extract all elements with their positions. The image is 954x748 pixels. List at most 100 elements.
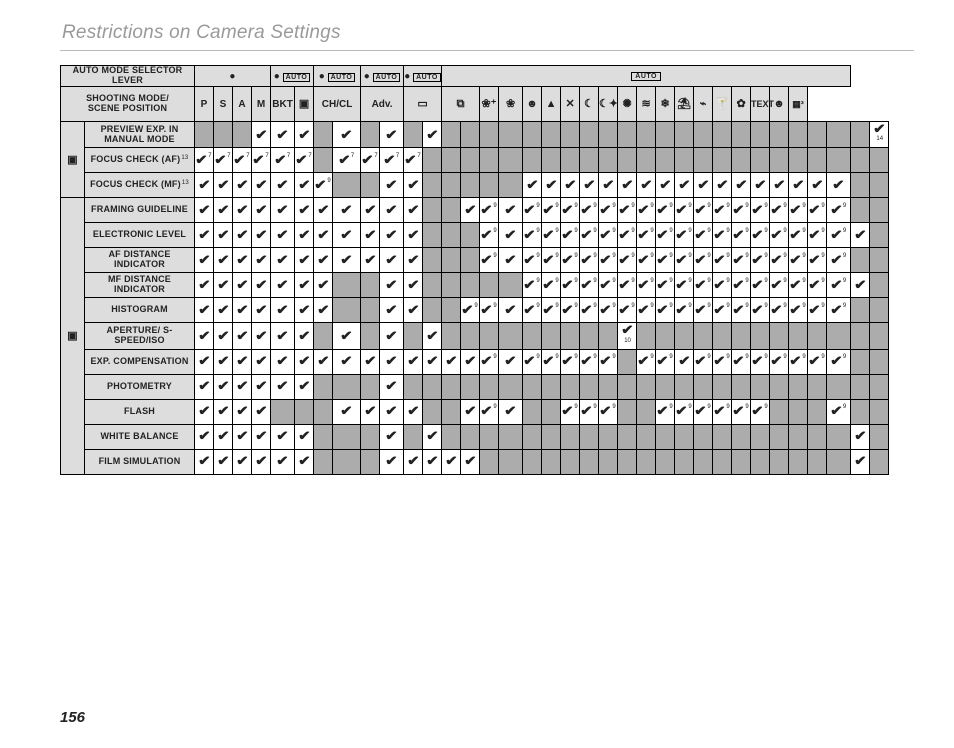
- cell-unavailable: [480, 273, 499, 298]
- cell-unavailable: [542, 424, 561, 449]
- cell-available: ✔: [233, 173, 252, 198]
- cell-unavailable: [361, 273, 380, 298]
- cell-available: ✔9: [713, 349, 732, 374]
- cell-unavailable: [442, 248, 461, 273]
- cell-unavailable: [542, 122, 561, 148]
- cell-available: ✔9: [580, 248, 599, 273]
- cell-available: ✔: [314, 248, 333, 273]
- col-header: ☻: [523, 87, 542, 122]
- cell-unavailable: [713, 374, 732, 399]
- cell-available: ✔: [195, 198, 214, 223]
- cell-available: ✔9: [751, 273, 770, 298]
- cell-available: ✔: [361, 248, 380, 273]
- cell-unavailable: [314, 399, 333, 424]
- cell-unavailable: [542, 399, 561, 424]
- cell-available: ✔9: [713, 298, 732, 323]
- cell-available: ✔7: [333, 148, 361, 173]
- cell-available: ✔9: [732, 223, 751, 248]
- cell-unavailable: [694, 374, 713, 399]
- cell-available: ✔: [252, 273, 271, 298]
- cell-available: ✔9: [675, 298, 694, 323]
- cell-unavailable: [423, 273, 442, 298]
- cell-available: ✔: [333, 399, 361, 424]
- mode-group: ● AUTO: [314, 66, 361, 87]
- cell-unavailable: [314, 122, 333, 148]
- cell-unavailable: [694, 424, 713, 449]
- cell-available: ✔: [195, 449, 214, 474]
- portrait-icon: ☻: [526, 98, 538, 110]
- cell-unavailable: [523, 148, 542, 173]
- group-icon: ▦³: [792, 99, 804, 109]
- cell-available: ✔9: [618, 223, 637, 248]
- cell-available: ✔9: [618, 198, 637, 223]
- cell-unavailable: [542, 148, 561, 173]
- cell-unavailable: [480, 449, 499, 474]
- cell-unavailable: [404, 323, 423, 349]
- cell-available: ✔: [404, 173, 423, 198]
- cell-available: ✔: [333, 198, 361, 223]
- cell-available: ✔: [423, 349, 442, 374]
- cell-available: ✔: [333, 323, 361, 349]
- cell-unavailable: [404, 424, 423, 449]
- cell-available: ✔: [271, 424, 295, 449]
- cell-available: ✔: [214, 349, 233, 374]
- cell-unavailable: [694, 323, 713, 349]
- cell-unavailable: [694, 449, 713, 474]
- row-header: ELECTRONIC LEVEL: [85, 223, 195, 248]
- cell-unavailable: [751, 424, 770, 449]
- cell-unavailable: [499, 424, 523, 449]
- cell-available: ✔: [195, 298, 214, 323]
- cell-unavailable: [675, 122, 694, 148]
- pano-icon: ▭: [417, 98, 427, 110]
- cell-available: ✔9: [523, 248, 542, 273]
- cell-unavailable: [870, 298, 889, 323]
- cell-available: ✔: [252, 349, 271, 374]
- cell-available: ✔: [618, 173, 637, 198]
- cell-available: ✔9: [580, 273, 599, 298]
- cell-available: ✔: [214, 173, 233, 198]
- cell-available: ✔9: [637, 349, 656, 374]
- cell-unavailable: [808, 323, 827, 349]
- cell-unavailable: [404, 122, 423, 148]
- cell-unavailable: [461, 374, 480, 399]
- cell-unavailable: [442, 273, 461, 298]
- cell-available: ✔: [295, 298, 314, 323]
- cell-unavailable: [442, 323, 461, 349]
- settings-table: Auto mode selector lever●● AUTO● AUTO● A…: [60, 65, 889, 475]
- col-header: ❀: [499, 87, 523, 122]
- cell-unavailable: [499, 122, 523, 148]
- cell-unavailable: [442, 122, 461, 148]
- cell-available: ✔: [333, 349, 361, 374]
- cell-available: ✔: [694, 173, 713, 198]
- cell-unavailable: [580, 449, 599, 474]
- cell-unavailable: [499, 323, 523, 349]
- cell-available: ✔14: [870, 122, 889, 148]
- cell-available: ✔: [252, 323, 271, 349]
- cell-available: ✔9: [808, 198, 827, 223]
- cell-available: ✔9: [751, 248, 770, 273]
- cell-available: ✔: [252, 122, 271, 148]
- cell-available: ✔: [233, 248, 252, 273]
- cell-unavailable: [361, 323, 380, 349]
- cell-unavailable: [423, 298, 442, 323]
- cell-available: ✔: [461, 399, 480, 424]
- cell-available: ✔9: [713, 273, 732, 298]
- cell-available: ✔: [214, 424, 233, 449]
- cell-available: ✔: [404, 449, 423, 474]
- cell-unavailable: [751, 323, 770, 349]
- cell-available: ✔: [195, 223, 214, 248]
- cell-unavailable: [442, 298, 461, 323]
- cell-unavailable: [827, 148, 851, 173]
- cell-available: ✔9: [523, 198, 542, 223]
- natural-icon: ❀⁺: [482, 98, 497, 110]
- cell-unavailable: [637, 323, 656, 349]
- cell-available: ✔9: [751, 223, 770, 248]
- cell-available: ✔7: [295, 148, 314, 173]
- cell-available: ✔9: [770, 273, 789, 298]
- sunset-icon: ≋: [641, 98, 650, 110]
- page-title: Restrictions on Camera Settings: [62, 22, 914, 44]
- cell-unavailable: [808, 148, 827, 173]
- cell-available: ✔9: [770, 223, 789, 248]
- cell-available: ✔: [333, 248, 361, 273]
- cell-available: ✔: [252, 399, 271, 424]
